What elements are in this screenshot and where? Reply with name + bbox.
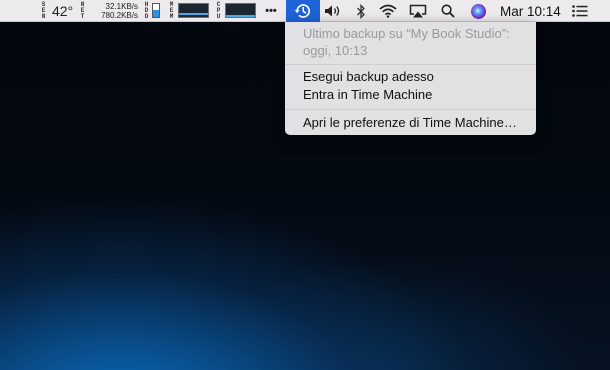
wifi-button[interactable] bbox=[377, 0, 399, 22]
backup-now-item[interactable]: Esegui backup adesso bbox=[303, 68, 434, 86]
cpu-graph[interactable] bbox=[225, 3, 256, 18]
more-menu-label: ••• bbox=[265, 5, 277, 17]
last-backup-info: Ultimo backup su “My Book Studio”: bbox=[303, 26, 510, 41]
airplay-icon bbox=[409, 4, 427, 18]
siri-button[interactable] bbox=[468, 0, 488, 22]
weather-label: SEN bbox=[40, 2, 47, 20]
time-machine-menu-button[interactable] bbox=[286, 0, 320, 22]
net-download-value: 780.2KB/s bbox=[101, 11, 138, 20]
more-menu-button[interactable]: ••• bbox=[262, 0, 280, 22]
hdd-usage-bar[interactable] bbox=[152, 3, 160, 18]
menu-separator bbox=[285, 64, 536, 65]
volume-button[interactable] bbox=[322, 0, 344, 22]
hdd-usage-fill bbox=[153, 9, 159, 17]
notification-center-button[interactable] bbox=[570, 0, 590, 22]
mem-label-text: MEM bbox=[169, 1, 174, 20]
airplay-button[interactable] bbox=[407, 0, 429, 22]
hdd-label-text: HDD bbox=[144, 1, 149, 20]
bluetooth-icon bbox=[357, 3, 365, 19]
spotlight-search-button[interactable] bbox=[438, 0, 458, 22]
enter-time-machine-item[interactable]: Entra in Time Machine bbox=[303, 86, 432, 104]
mem-label: MEM bbox=[168, 2, 175, 20]
siri-icon bbox=[470, 3, 486, 19]
volume-icon bbox=[325, 5, 340, 17]
time-machine-icon bbox=[294, 4, 311, 18]
open-preferences-item[interactable]: Apri le preferenze di Time Machine… bbox=[303, 114, 517, 132]
cpu-graph-line bbox=[226, 15, 255, 17]
memory-graph[interactable] bbox=[178, 3, 209, 18]
net-upload-value: 32.1KB/s bbox=[105, 2, 138, 11]
time-machine-menu: Ultimo backup su “My Book Studio”: oggi,… bbox=[285, 22, 536, 135]
net-label-text: NET bbox=[80, 1, 85, 20]
memory-graph-line bbox=[179, 13, 208, 15]
cpu-label: CPU bbox=[215, 2, 222, 20]
search-icon bbox=[441, 4, 455, 18]
weather-label-text: SEN bbox=[41, 1, 46, 20]
network-speed[interactable]: 32.1KB/s 780.2KB/s bbox=[91, 2, 138, 20]
bluetooth-button[interactable] bbox=[352, 0, 370, 22]
hdd-label: HDD bbox=[143, 2, 150, 20]
menubar-clock[interactable]: Mar 10:14 bbox=[500, 0, 561, 22]
net-label: NET bbox=[79, 2, 86, 20]
temperature-value[interactable]: 42° bbox=[52, 3, 73, 19]
menu-separator bbox=[285, 109, 536, 110]
cpu-label-text: CPU bbox=[216, 1, 221, 20]
menu-bar: SEN 42° NET 32.1KB/s 780.2KB/s HDD MEM C… bbox=[0, 0, 610, 22]
wifi-icon bbox=[379, 4, 397, 18]
last-backup-time: oggi, 10:13 bbox=[303, 43, 368, 58]
list-icon bbox=[572, 5, 588, 17]
